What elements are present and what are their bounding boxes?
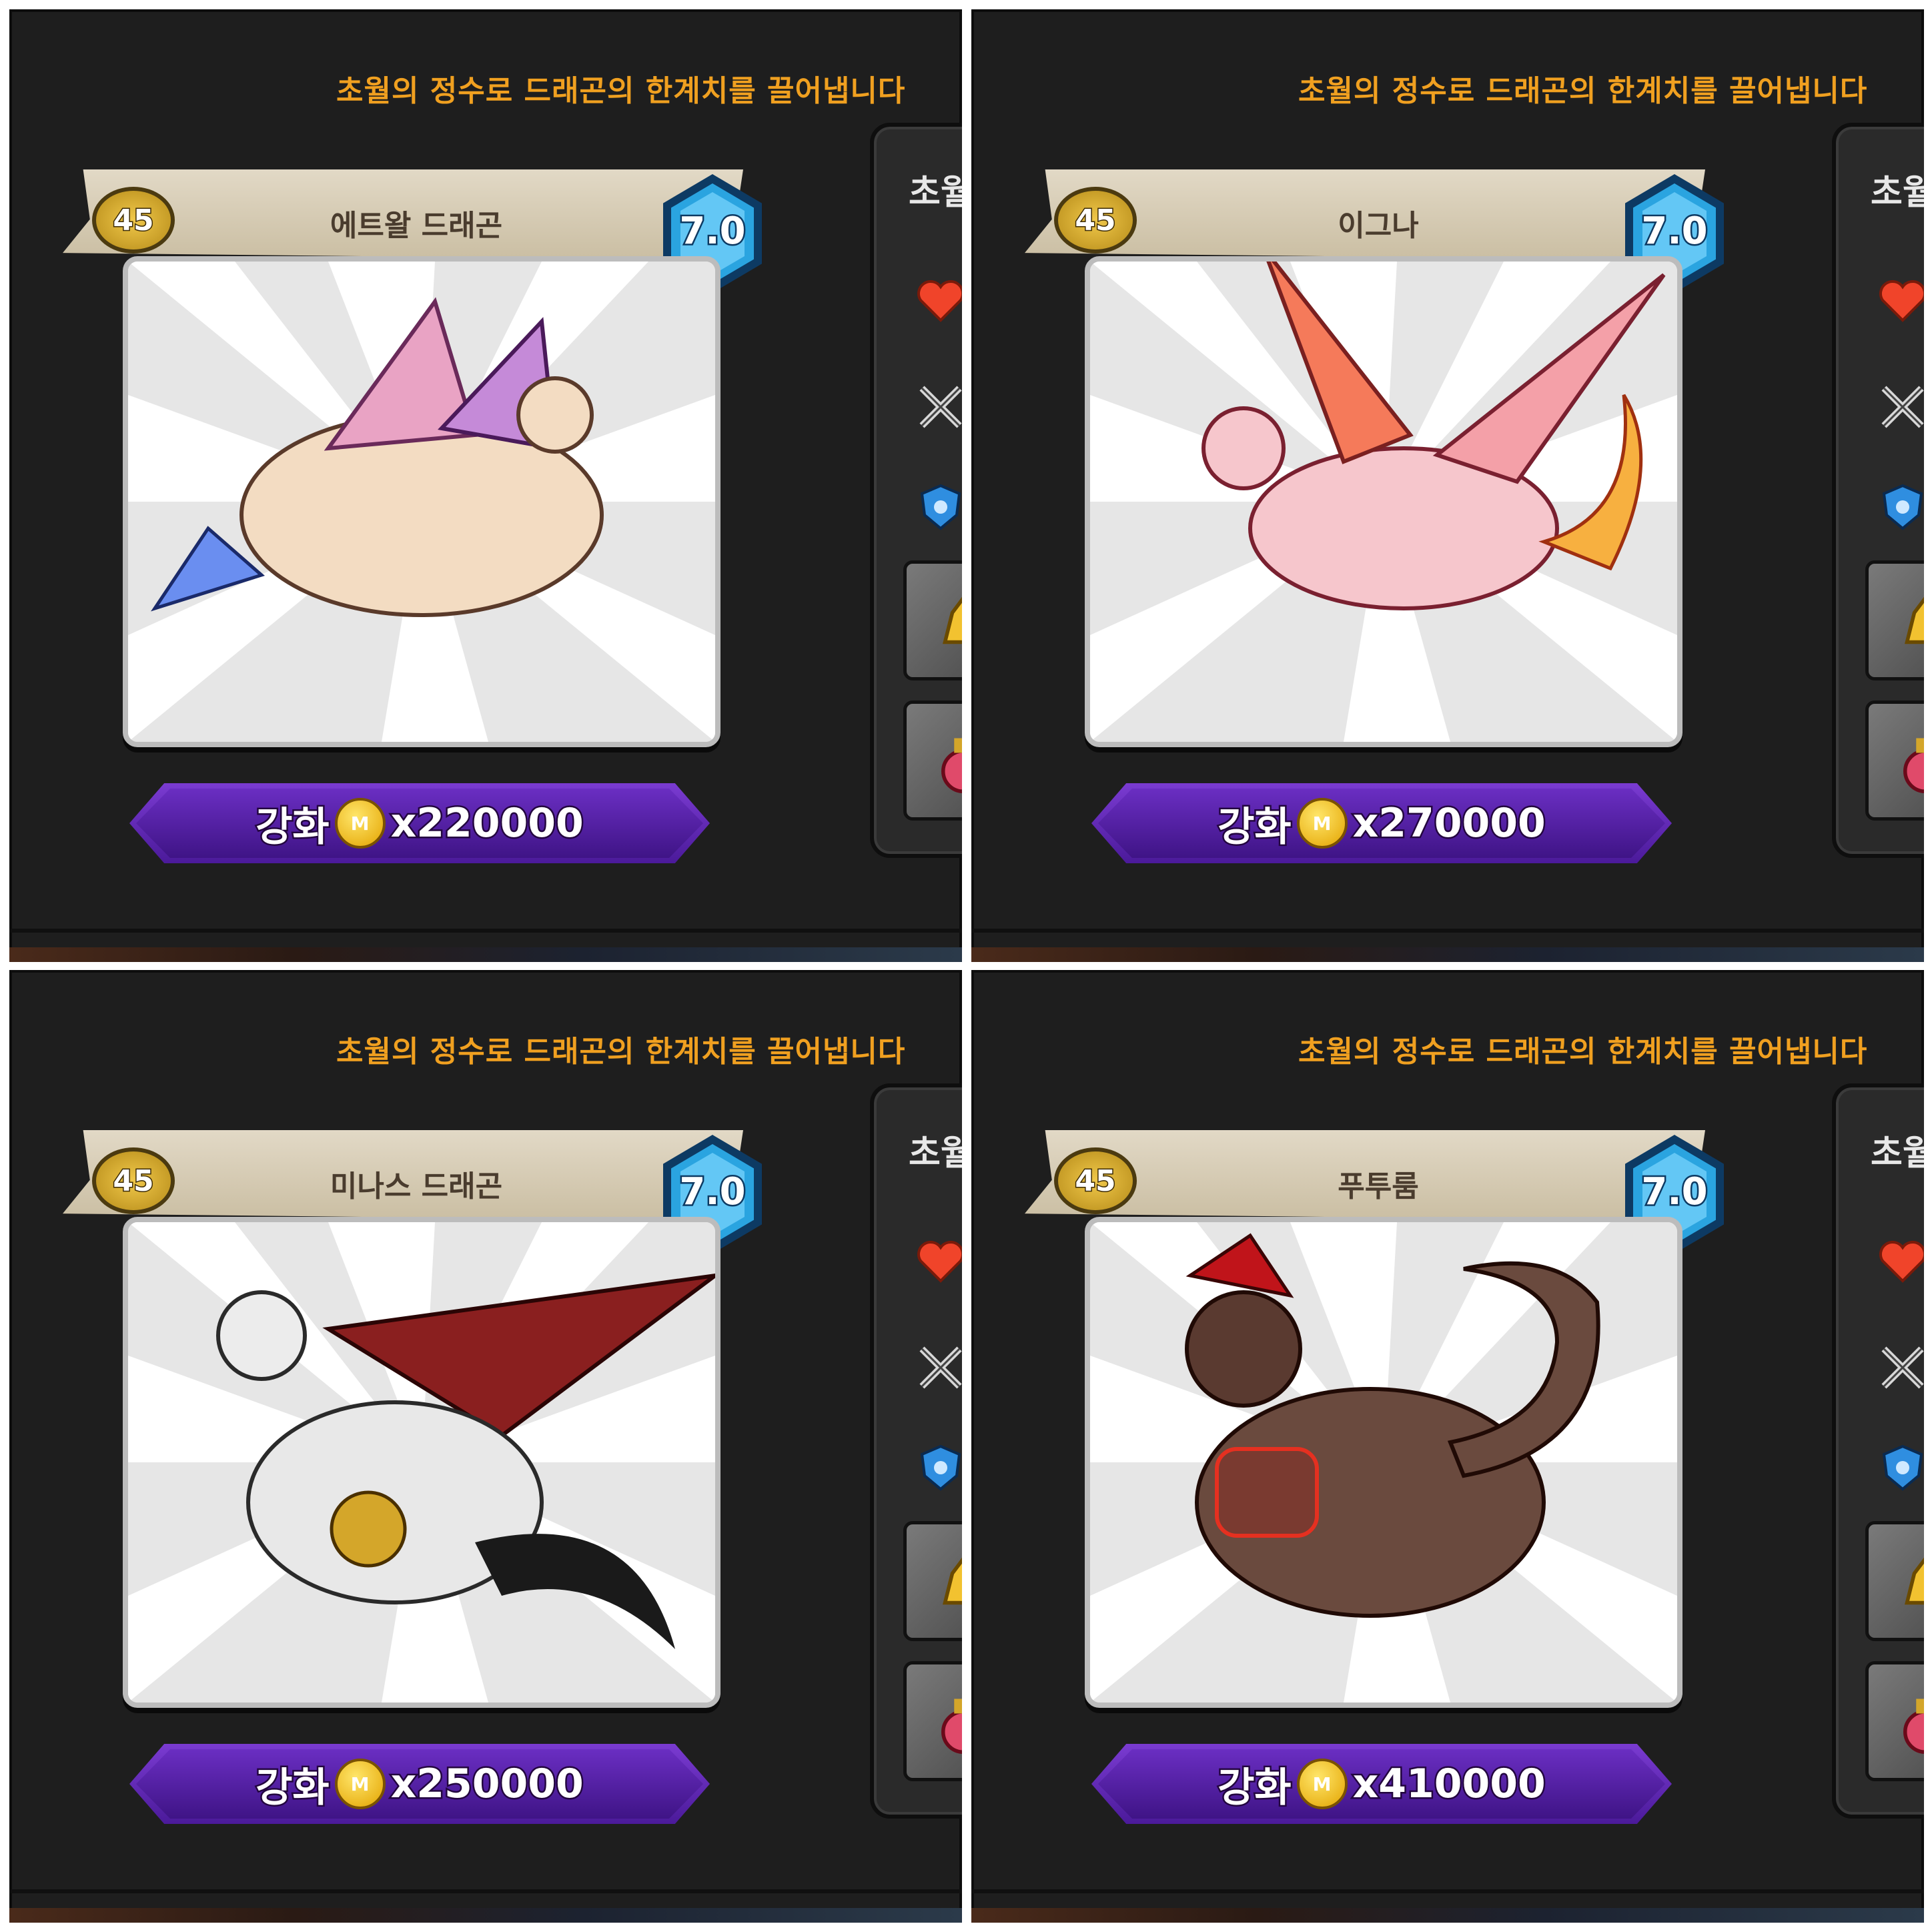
level-badge: 45 [92,1147,175,1214]
upgrade-button[interactable]: 강화 M x270000 [1091,783,1672,863]
side-panel: 초월 [870,1083,962,1819]
dragon-illustration [1090,1222,1677,1703]
dragon-panel-1: 초월의 정수로 드래곤의 한계치를 끌어냅니다 초월 45 에트왈 드래곤 7.… [9,9,962,962]
potion-item-icon [941,1699,962,1754]
grade-value: 7.0 [678,1169,747,1216]
golden-item-icon [942,596,962,644]
transcend-hint: 초월의 정수로 드래곤의 한계치를 끌어냅니다 [336,1035,906,1069]
coin-icon: M [1296,798,1348,849]
heart-icon [917,280,962,322]
item-slot-1[interactable] [1865,560,1924,680]
transcend-hint: 초월의 정수로 드래곤의 한계치를 끌어냅니다 [1298,1035,1868,1069]
side-panel: 초월 [870,123,962,858]
shield-icon [920,484,961,530]
heart-icon [1879,1241,1924,1283]
item-slot-1[interactable] [903,560,962,680]
upgrade-label: 강화 [254,1763,331,1813]
shield-icon [1882,484,1923,530]
dragon-panel-4: 초월의 정수로 드래곤의 한계치를 끌어냅니다 초월 45 푸투룸 7.0 강화… [971,970,1924,1923]
crossed-swords-icon [919,386,962,428]
crossed-swords-icon [1881,386,1924,428]
grade-value: 7.0 [1640,208,1709,255]
side-title: 초월 [909,173,962,213]
item-slot-2[interactable] [903,1661,962,1781]
item-slot-2[interactable] [903,700,962,821]
golden-item-icon [1904,596,1924,644]
level-badge: 45 [1054,1147,1137,1214]
coin-icon: M [1296,1759,1348,1809]
golden-item-icon [1904,1557,1924,1605]
upgrade-label: 강화 [1216,802,1293,852]
item-slot-1[interactable] [903,1521,962,1641]
potion-item-icon [1903,738,1924,793]
side-panel: 초월 [1832,123,1924,858]
upgrade-cost: x270000 [1351,799,1547,849]
shield-icon [920,1444,961,1491]
side-title: 초월 [1871,173,1924,213]
dragon-name: 미나스 드래곤 [330,1169,503,1203]
dragon-portrait [1085,256,1682,747]
upgrade-button[interactable]: 강화 M x250000 [129,1744,710,1824]
level-badge: 45 [92,187,175,254]
side-panel: 초월 [1832,1083,1924,1819]
upgrade-button[interactable]: 강화 M x410000 [1091,1744,1672,1824]
dragon-name: 푸투룸 [1338,1169,1419,1203]
coin-icon: M [334,1759,386,1809]
item-slot-2[interactable] [1865,700,1924,821]
heart-icon [1879,280,1924,322]
heart-icon [917,1241,962,1283]
dragon-name: 이그나 [1338,209,1419,243]
side-title: 초월 [909,1133,962,1173]
golden-item-icon [942,1557,962,1605]
dragon-panel-2: 초월의 정수로 드래곤의 한계치를 끌어냅니다 초월 45 이그나 7.0 강화… [971,9,1924,962]
dragon-portrait [123,1217,720,1708]
shield-icon [1882,1444,1923,1491]
grade-value: 7.0 [678,208,747,255]
dragon-illustration [128,262,715,742]
level-badge: 45 [1054,187,1137,254]
side-title: 초월 [1871,1133,1924,1173]
coin-icon: M [334,798,386,849]
item-slot-2[interactable] [1865,1661,1924,1781]
dragon-portrait [123,256,720,747]
transcend-hint: 초월의 정수로 드래곤의 한계치를 끌어냅니다 [336,74,906,108]
dragon-name: 에트왈 드래곤 [330,209,503,243]
potion-item-icon [941,738,962,793]
item-slot-1[interactable] [1865,1521,1924,1641]
potion-item-icon [1903,1699,1924,1754]
grade-value: 7.0 [1640,1169,1709,1216]
dragon-panel-3: 초월의 정수로 드래곤의 한계치를 끌어냅니다 초월 45 미나스 드래곤 7.… [9,970,962,1923]
dragon-illustration [1090,262,1677,742]
crossed-swords-icon [1881,1346,1924,1389]
crossed-swords-icon [919,1346,962,1389]
dragon-portrait [1085,1217,1682,1708]
upgrade-cost: x220000 [389,799,585,849]
upgrade-label: 강화 [254,802,331,852]
upgrade-cost: x410000 [1351,1759,1547,1809]
upgrade-label: 강화 [1216,1763,1293,1813]
upgrade-cost: x250000 [389,1759,585,1809]
dragon-illustration [128,1222,715,1703]
transcend-hint: 초월의 정수로 드래곤의 한계치를 끌어냅니다 [1298,74,1868,108]
upgrade-button[interactable]: 강화 M x220000 [129,783,710,863]
